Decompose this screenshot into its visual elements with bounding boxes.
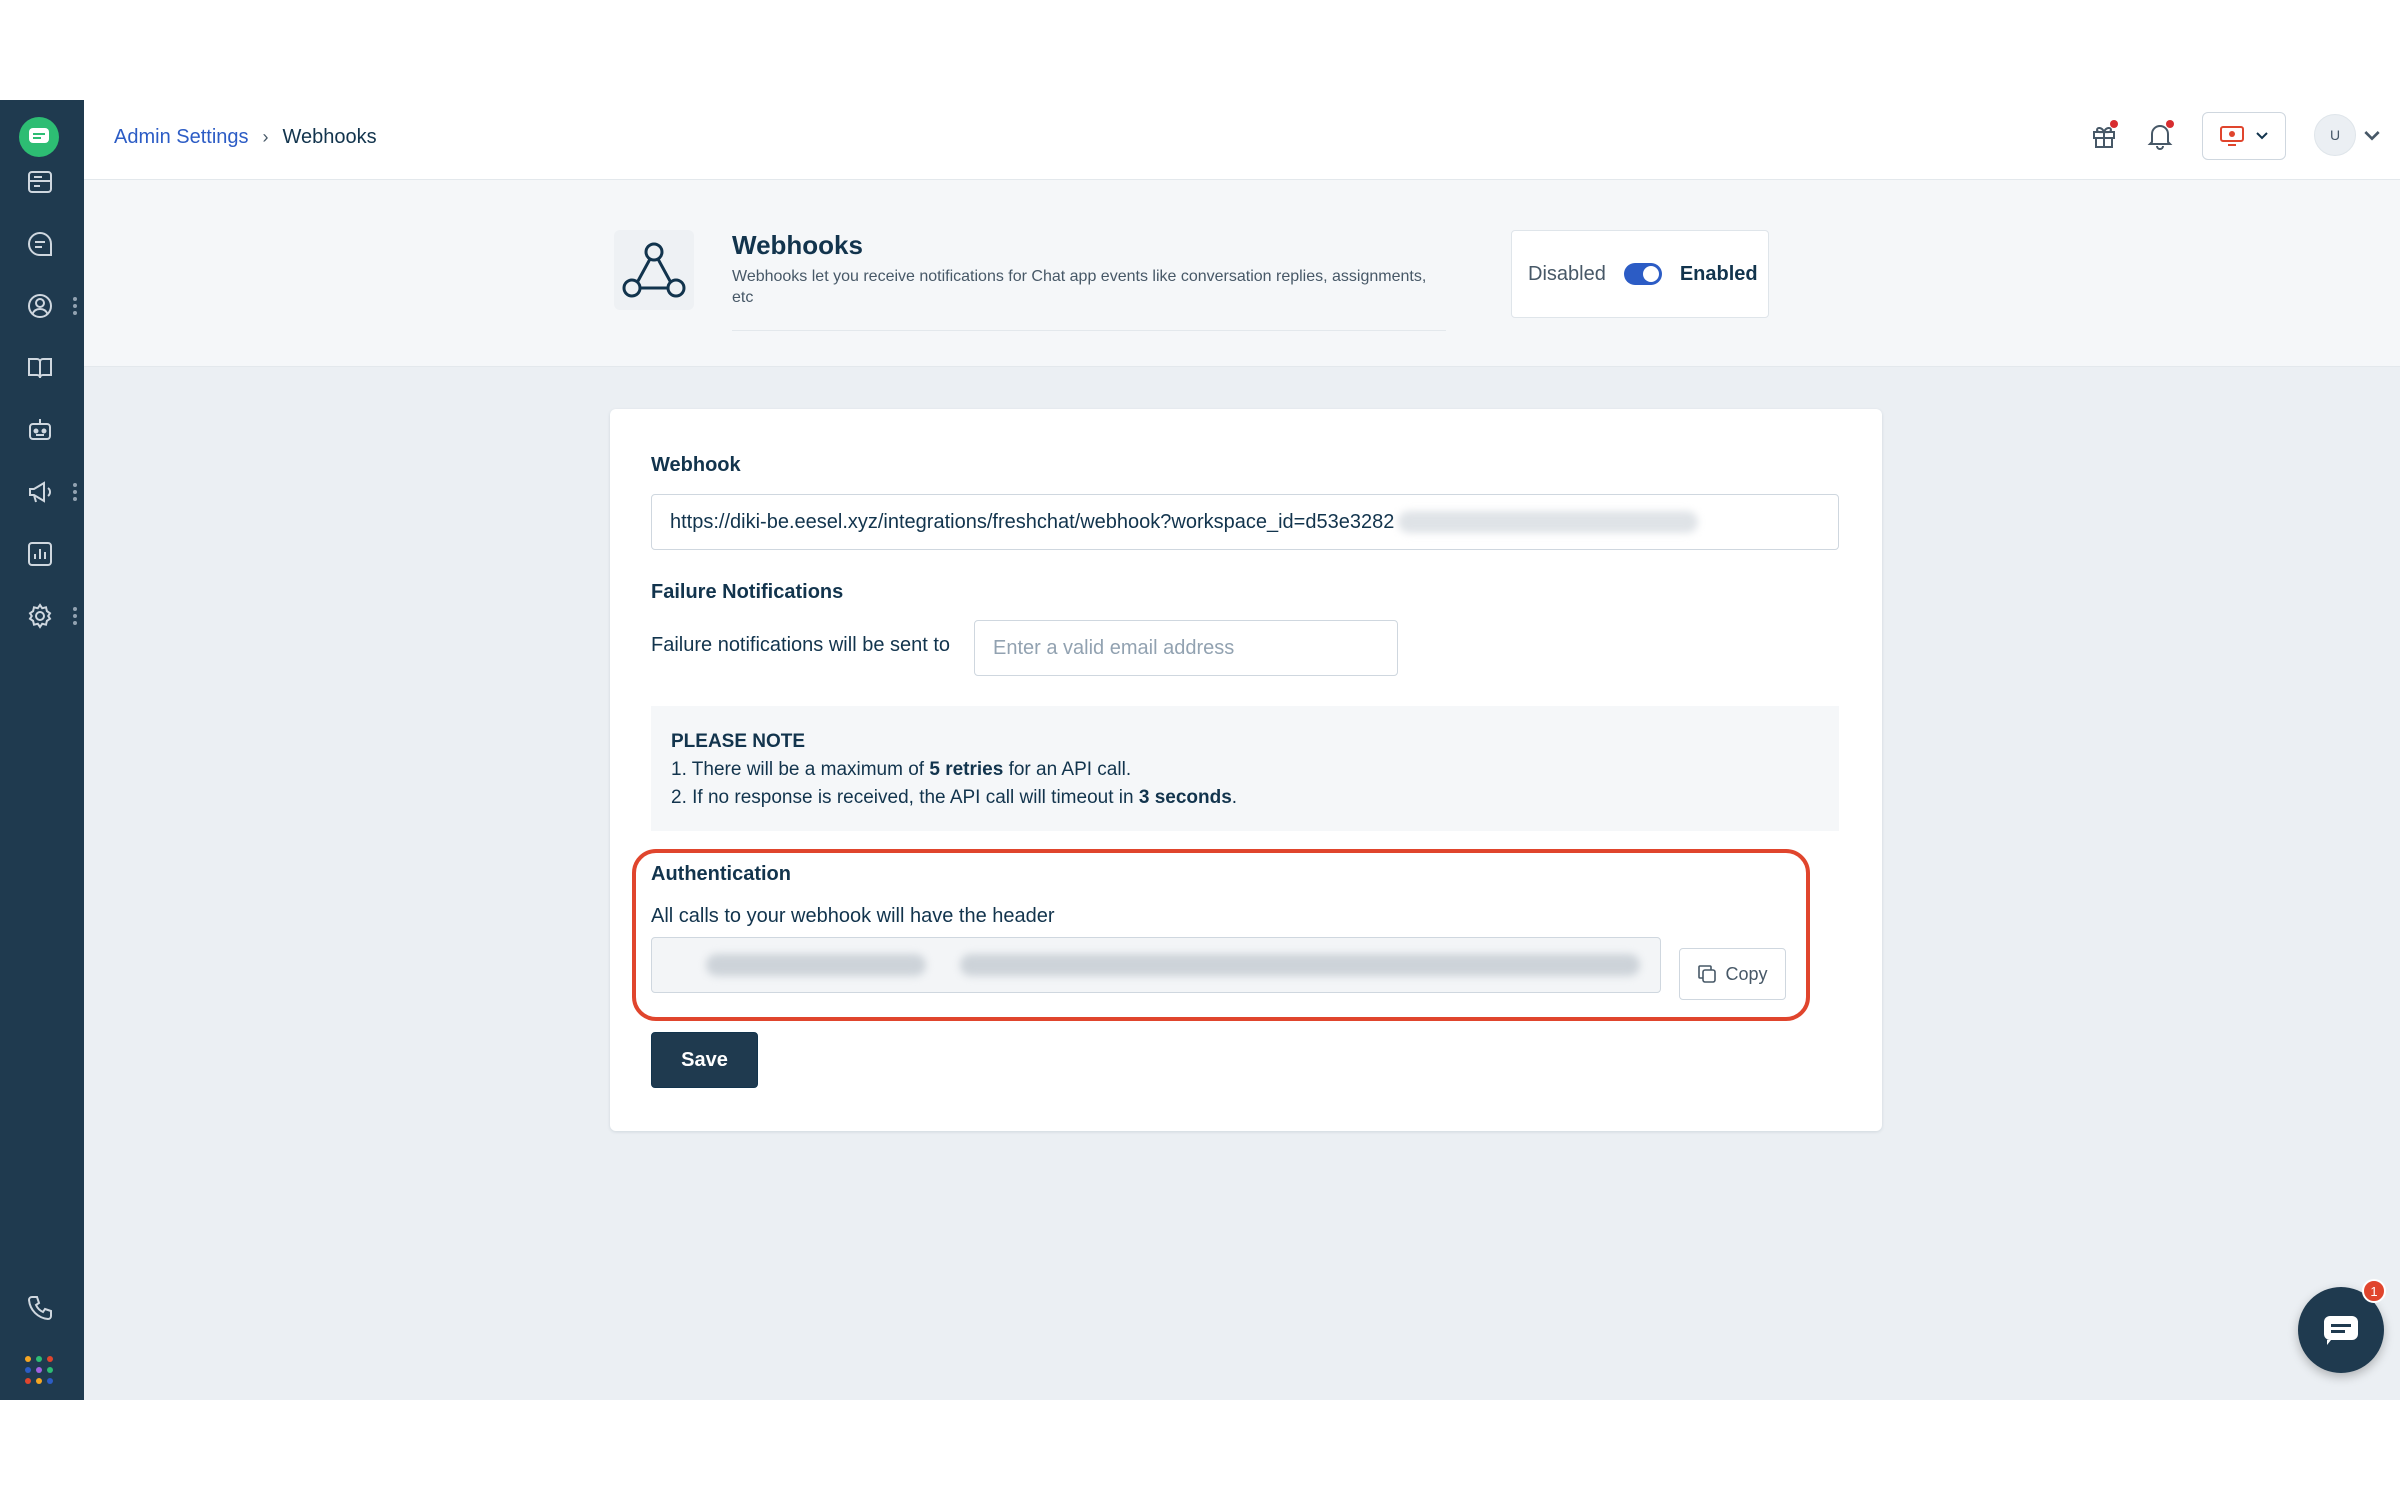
note-line-2: 2. If no response is received, the API c… (671, 787, 1238, 808)
page-title: Webhooks (732, 230, 863, 260)
conversations-icon[interactable] (22, 226, 58, 262)
note-title: PLEASE NOTE (671, 731, 806, 752)
webhook-settings-card: Webhook https://diki-be.eesel.xyz/integr… (610, 409, 1882, 1131)
toggle-disabled-label[interactable]: Disabled (1528, 263, 1606, 286)
redacted-url-blur (1398, 511, 1699, 533)
bot-icon[interactable] (22, 412, 58, 448)
gift-icon[interactable] (2084, 116, 2124, 156)
campaigns-icon[interactable] (22, 474, 58, 510)
breadcrumb-chevron-icon: › (262, 127, 269, 147)
toggle-enabled-label[interactable]: Enabled (1680, 263, 1758, 286)
contacts-more-icon[interactable] (72, 296, 78, 316)
app-window: Admin Settings › Webhooks U Webhooks Web… (0, 100, 2400, 1400)
bell-notification-dot (2166, 120, 2174, 128)
copy-button[interactable]: Copy (1679, 948, 1786, 1000)
inbox-icon[interactable] (22, 164, 58, 200)
breadcrumb-current: Webhooks (282, 126, 377, 148)
page-description: Webhooks let you receive notifications f… (732, 268, 1427, 306)
settings-icon[interactable] (22, 598, 58, 634)
avatar-chevron-down-icon[interactable] (2364, 128, 2380, 144)
save-button[interactable]: Save (651, 1032, 758, 1088)
top-header: Admin Settings › Webhooks U (84, 100, 2400, 180)
apps-grid-icon[interactable] (25, 1356, 53, 1384)
breadcrumb-admin-settings[interactable]: Admin Settings (114, 126, 249, 149)
failure-email-input[interactable] (974, 620, 1398, 676)
webhook-url-input[interactable]: https://diki-be.eesel.xyz/integrations/f… (651, 494, 1839, 550)
redacted-header-value-blur (960, 954, 1640, 976)
copy-label: Copy (1725, 963, 1768, 984)
contacts-icon[interactable] (22, 288, 58, 324)
agent-status-select[interactable] (2202, 112, 2286, 160)
reports-icon[interactable] (22, 536, 58, 572)
note-line-1: 1. There will be a maximum of 5 retries … (671, 759, 1132, 780)
toggle-knob (1642, 266, 1659, 282)
auth-header-input[interactable] (651, 937, 1661, 993)
monitor-icon (2220, 126, 2244, 146)
webhook-label: Webhook (651, 454, 741, 476)
chevron-down-icon (2256, 132, 2268, 140)
webhook-toggle-group: Disabled Enabled (1511, 230, 1769, 318)
avatar[interactable]: U (2314, 114, 2356, 156)
authentication-highlight (632, 849, 1810, 1021)
failure-notifications-label: Failure notifications will be sent to (651, 634, 951, 656)
failure-notifications-title: Failure Notifications (651, 581, 844, 603)
authentication-description: All calls to your webhook will have the … (651, 905, 1055, 927)
please-note-box: PLEASE NOTE 1. There will be a maximum o… (651, 706, 1839, 831)
webhook-icon (614, 230, 694, 310)
bell-icon[interactable] (2140, 116, 2180, 156)
settings-more-icon[interactable] (72, 606, 78, 626)
campaigns-more-icon[interactable] (72, 482, 78, 502)
title-divider (732, 330, 1446, 331)
page-banner: Webhooks Webhooks let you receive notifi… (84, 180, 2400, 367)
redacted-header-name-blur (706, 954, 926, 976)
webhook-url-text: https://diki-be.eesel.xyz/integrations/f… (670, 510, 1395, 533)
copy-icon (1698, 965, 1717, 983)
chat-icon (2324, 1316, 2358, 1345)
webhook-toggle[interactable] (1623, 263, 1662, 285)
knowledge-base-icon[interactable] (22, 350, 58, 386)
breadcrumb: Admin Settings › Webhooks (114, 126, 377, 149)
chat-unread-badge: 1 (2362, 1279, 2386, 1303)
sidebar (0, 100, 84, 1400)
gift-notification-dot (2110, 120, 2118, 128)
freshchat-logo[interactable] (19, 117, 59, 157)
phone-icon[interactable] (22, 1290, 58, 1326)
authentication-title: Authentication (651, 863, 791, 885)
